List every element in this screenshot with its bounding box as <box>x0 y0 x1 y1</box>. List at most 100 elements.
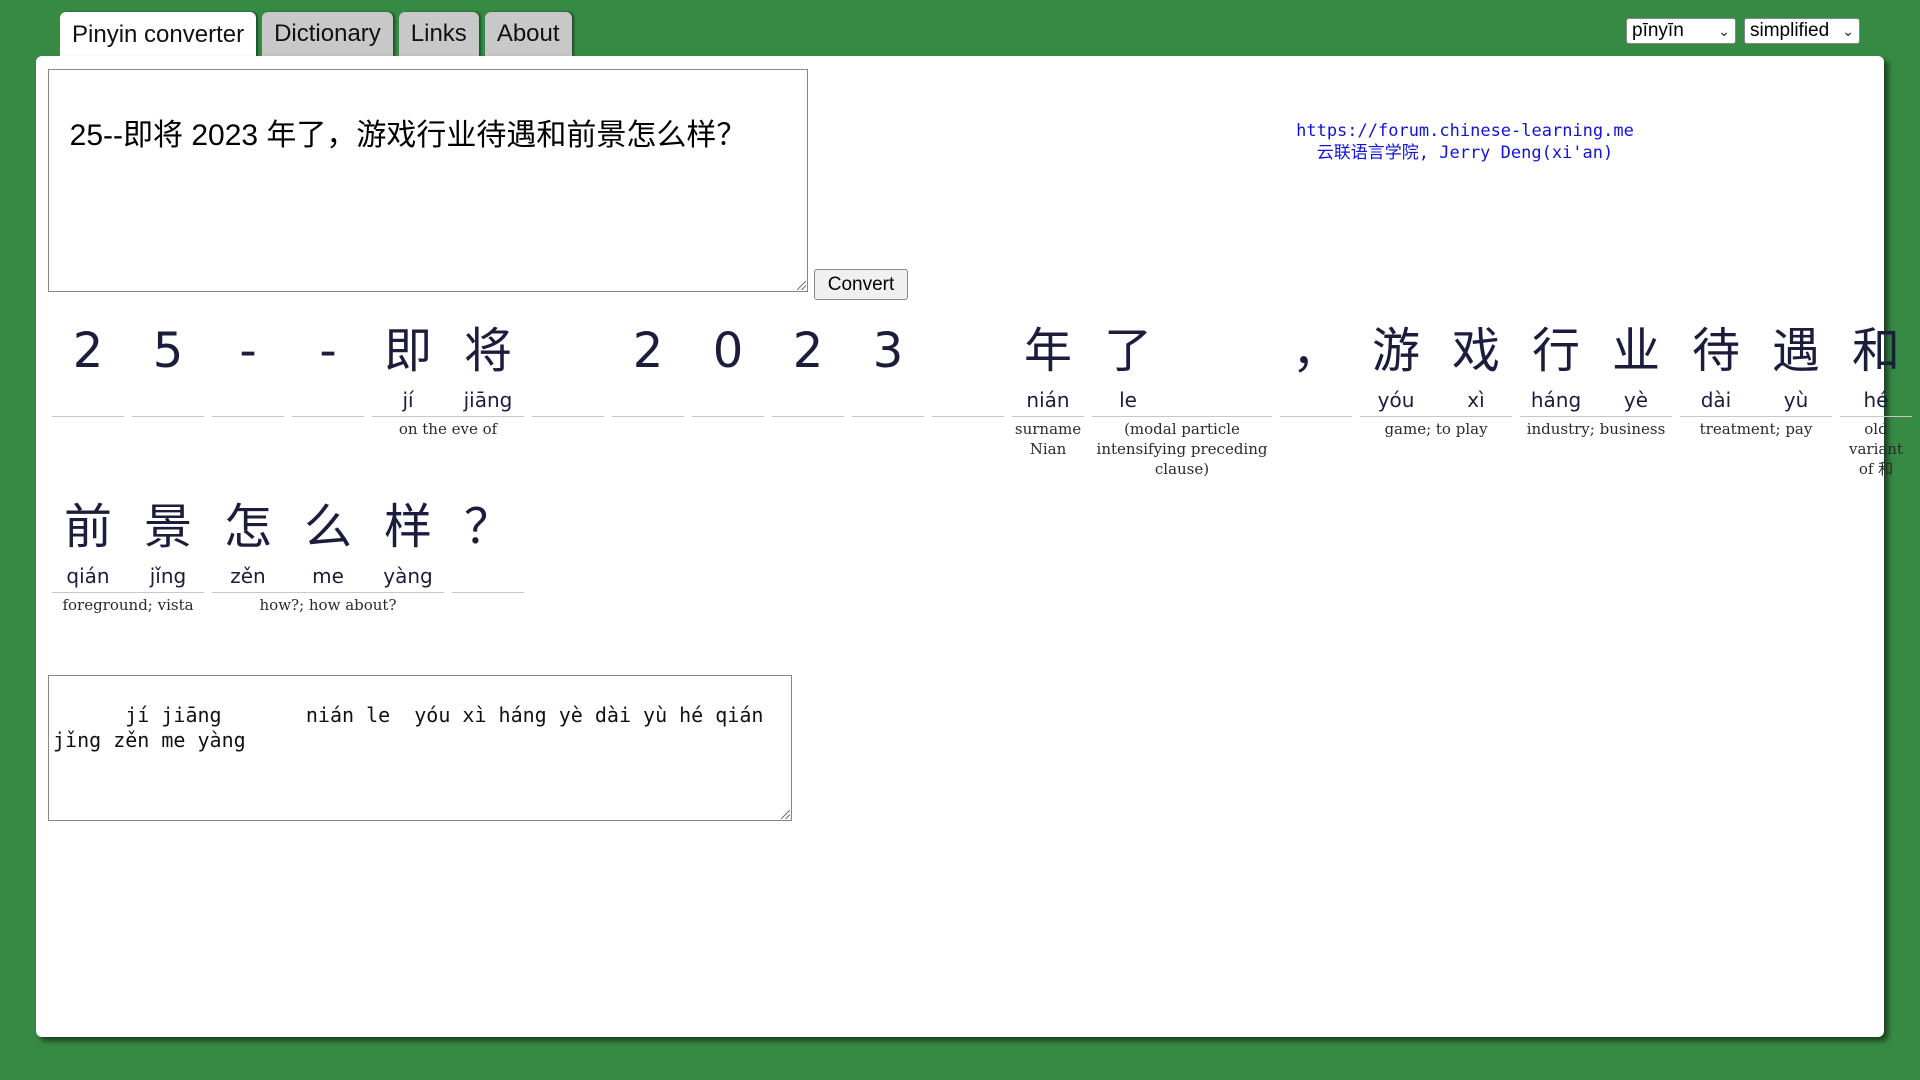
character-cell[interactable]: 5 <box>132 316 204 416</box>
character-cell[interactable] <box>532 316 604 416</box>
word-group: ？ <box>452 492 524 595</box>
pinyin-output-text: jí jiāng nián le yóu xì háng yè dài yù h… <box>53 703 764 752</box>
pinyin-reading: jí <box>402 388 414 412</box>
hanzi-character: 戏 <box>1451 323 1500 379</box>
word-group: 5 <box>132 316 204 419</box>
character-cell[interactable]: - <box>292 316 364 416</box>
character-cell[interactable]: 戏 xì <box>1440 316 1512 416</box>
pinyin-reading <box>772 386 844 416</box>
hanzi-character: 游 <box>1371 323 1420 379</box>
hanzi-character <box>532 316 604 386</box>
english-gloss: how?; how about? <box>259 596 397 614</box>
pinyin-reading <box>932 386 1004 416</box>
character-cell[interactable]: 将 jiāng <box>452 316 524 416</box>
romanization-select[interactable]: pīnyīn ⌄ <box>1626 18 1736 44</box>
script-select[interactable]: simplified ⌄ <box>1744 18 1860 44</box>
pinyin-reading: le <box>1119 388 1137 412</box>
character-cell[interactable]: 遇 yù <box>1760 316 1832 416</box>
character-cell[interactable]: 3 <box>852 316 924 416</box>
pinyin-reading <box>852 386 924 416</box>
pinyin-reading <box>212 386 284 416</box>
word-group: 了 le (modal particle intensifying precedin… <box>1092 316 1272 479</box>
pinyin-reading <box>292 386 364 416</box>
character-cell[interactable]: - <box>212 316 284 416</box>
options-bar: pīnyīn ⌄ simplified ⌄ <box>1626 18 1860 44</box>
pinyin-reading <box>1280 386 1352 416</box>
character-cell[interactable]: 2 <box>612 316 684 416</box>
character-cell[interactable]: 业 yè <box>1600 316 1672 416</box>
pinyin-output-textarea[interactable]: jí jiāng nián le yóu xì háng yè dài yù h… <box>48 675 792 821</box>
tab-dictionary[interactable]: Dictionary <box>262 12 393 56</box>
convert-button[interactable]: Convert <box>814 269 908 300</box>
hanzi-character: 5 <box>152 323 184 379</box>
character-cell[interactable]: ？ <box>452 492 524 592</box>
word-characters: ？ <box>452 492 524 593</box>
tab-links[interactable]: Links <box>398 12 479 56</box>
word-group: 0 <box>692 316 764 419</box>
character-cell[interactable]: ， <box>1280 316 1352 416</box>
character-cell[interactable]: 样 yàng <box>372 492 444 592</box>
english-gloss: old variant of 和 <box>1848 420 1904 478</box>
character-cell[interactable]: 和 hé <box>1840 316 1912 416</box>
script-select-value: simplified <box>1750 20 1830 41</box>
hanzi-character: 么 <box>303 499 352 555</box>
word-characters: 0 <box>692 316 764 417</box>
hanzi-character: 样 <box>383 499 432 555</box>
pinyin-reading <box>532 386 604 416</box>
word-characters: 5 <box>132 316 204 417</box>
english-gloss: foreground; vista <box>62 596 194 614</box>
pinyin-reading: dài <box>1700 388 1732 412</box>
character-cell[interactable]: 景 jǐng <box>132 492 204 592</box>
character-cell[interactable]: 0 <box>692 316 764 416</box>
chevron-down-icon: ⌄ <box>1718 22 1730 39</box>
chinese-input-text: 25--即将 2023 年了，游戏行业待遇和前景怎么样？ <box>69 119 747 152</box>
character-cell[interactable]: 怎 zěn <box>212 492 284 592</box>
english-gloss: treatment; pay <box>1699 420 1813 438</box>
hanzi-character: ？ <box>463 499 512 555</box>
resize-grip-icon[interactable] <box>781 810 790 819</box>
tab-about[interactable]: About <box>484 12 572 56</box>
forum-link[interactable]: https://forum.chinese-learning.me <box>1200 120 1730 142</box>
word-group: ， <box>1280 316 1352 419</box>
character-cell[interactable] <box>932 316 1004 416</box>
hanzi-character: ， <box>1291 323 1340 379</box>
tab-pinyin-converter[interactable]: Pinyin converter <box>60 12 257 57</box>
word-characters: - <box>292 316 364 417</box>
word-group: 2 <box>772 316 844 419</box>
pinyin-reading: zěn <box>230 564 266 588</box>
character-cell[interactable]: 行 háng <box>1520 316 1592 416</box>
chinese-input-textarea[interactable]: 25--即将 2023 年了，游戏行业待遇和前景怎么样？ <box>48 69 808 292</box>
pinyin-reading <box>132 386 204 416</box>
hanzi-character: 怎 <box>223 499 272 555</box>
word-group: - <box>292 316 364 419</box>
hanzi-character: 2 <box>72 323 104 379</box>
english-gloss: surname Nian <box>1014 420 1082 458</box>
character-cell[interactable]: 待 dài <box>1680 316 1752 416</box>
pinyin-reading: qián <box>66 564 110 588</box>
word-group: 怎 zěn 么 me 样 yàng how?; how about? <box>212 492 444 615</box>
word-group: 和 hé old variant of 和 <box>1840 316 1912 479</box>
word-group: 前 qián 景 jǐng foreground; vista <box>52 492 204 615</box>
hanzi-character: 前 <box>63 499 112 555</box>
word-group <box>932 316 1004 419</box>
hanzi-character: 景 <box>143 499 192 555</box>
character-cell[interactable]: 么 me <box>292 492 364 592</box>
word-characters: 2 <box>612 316 684 417</box>
character-cell[interactable]: 了 le <box>1092 316 1164 416</box>
character-cell[interactable]: 前 qián <box>52 492 124 592</box>
character-cell[interactable]: 2 <box>52 316 124 416</box>
pinyin-reading: yù <box>1783 388 1809 412</box>
word-group: 即 jí 将 jiāng on the eve of <box>372 316 524 439</box>
school-credit-link[interactable]: 云联语言学院, Jerry Deng(xi'an) <box>1200 142 1730 164</box>
character-cell[interactable]: 游 yóu <box>1360 316 1432 416</box>
word-characters: 怎 zěn 么 me 样 yàng <box>212 492 444 593</box>
annotation-row-2: 前 qián 景 jǐng foreground; vista 怎 zěn 么 me 样 yàng h… <box>52 492 532 615</box>
character-cell[interactable]: 即 jí <box>372 316 444 416</box>
resize-grip-icon[interactable] <box>797 281 806 290</box>
hanzi-character: 2 <box>792 323 824 379</box>
character-cell[interactable]: 年 nián <box>1012 316 1084 416</box>
pinyin-reading: nián <box>1026 388 1070 412</box>
pinyin-reading: yàng <box>383 564 433 588</box>
character-cell[interactable]: 2 <box>772 316 844 416</box>
romanization-select-value: pīnyīn <box>1632 20 1684 41</box>
